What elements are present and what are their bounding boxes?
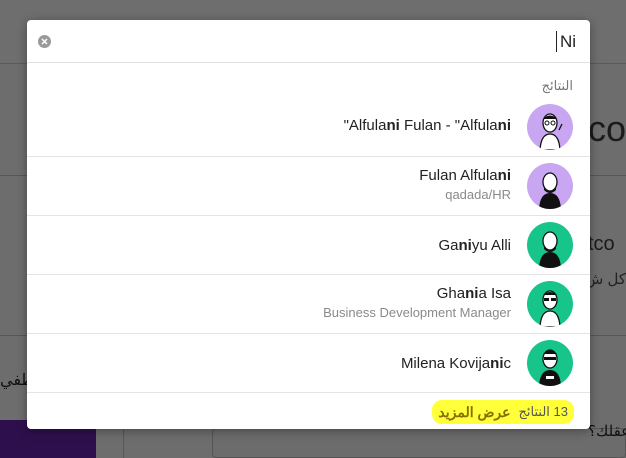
- result-item[interactable]: Milena Kovijanic: [27, 334, 590, 393]
- clear-search-icon[interactable]: [38, 35, 51, 48]
- result-item[interactable]: Ghania Isa Business Development Manager: [27, 275, 590, 334]
- person-with-glasses-icon: [527, 281, 573, 327]
- result-name: Fulan Alfulani: [419, 167, 511, 184]
- person-bald-icon: [527, 163, 573, 209]
- search-bar: [27, 20, 590, 63]
- result-text: Ganiyu Alli: [438, 237, 511, 254]
- result-subtitle: Business Development Manager: [323, 305, 511, 320]
- search-modal: النتائج "Alfulani Fulan - "Alfulani: [27, 20, 590, 429]
- background-bottom-text: عقلك؟: [588, 423, 626, 440]
- results-heading: النتائج: [541, 78, 573, 93]
- search-input[interactable]: [96, 30, 576, 54]
- results-footer: 13 النتائج عرض المزيد: [27, 394, 590, 429]
- result-item[interactable]: "Alfulani Fulan - "Alfulani: [27, 98, 590, 157]
- result-name: Ghania Isa: [436, 285, 511, 302]
- results-count: 13 النتائج: [518, 404, 568, 419]
- result-name: Ganiyu Alli: [438, 237, 511, 254]
- background-text: كل ش: [585, 271, 626, 288]
- see-more-label: عرض المزيد: [438, 403, 511, 420]
- background-input: [212, 428, 626, 458]
- result-item[interactable]: Ganiyu Alli: [27, 216, 590, 275]
- person-bald-icon: [527, 222, 573, 268]
- result-text: Ghania Isa Business Development Manager: [323, 285, 511, 320]
- result-subtitle: qadada/HR: [445, 187, 511, 202]
- result-name: Milena Kovijanic: [400, 355, 511, 372]
- result-item[interactable]: Fulan Alfulani qadada/HR: [27, 157, 590, 216]
- result-text: Milena Kovijanic: [401, 355, 511, 372]
- person-with-glasses-icon: [527, 104, 573, 150]
- background-subheading: tco: [588, 233, 615, 255]
- background-heading: co: [588, 108, 626, 149]
- result-text: "Alfulani Fulan - "Alfulani: [344, 117, 511, 134]
- person-with-sunglasses-icon: [527, 340, 573, 386]
- text-caret: [556, 31, 557, 52]
- result-name: "Alfulani Fulan - "Alfulani: [343, 117, 511, 134]
- see-more-button[interactable]: 13 النتائج عرض المزيد: [432, 400, 574, 424]
- result-text: Fulan Alfulani qadada/HR: [419, 167, 511, 202]
